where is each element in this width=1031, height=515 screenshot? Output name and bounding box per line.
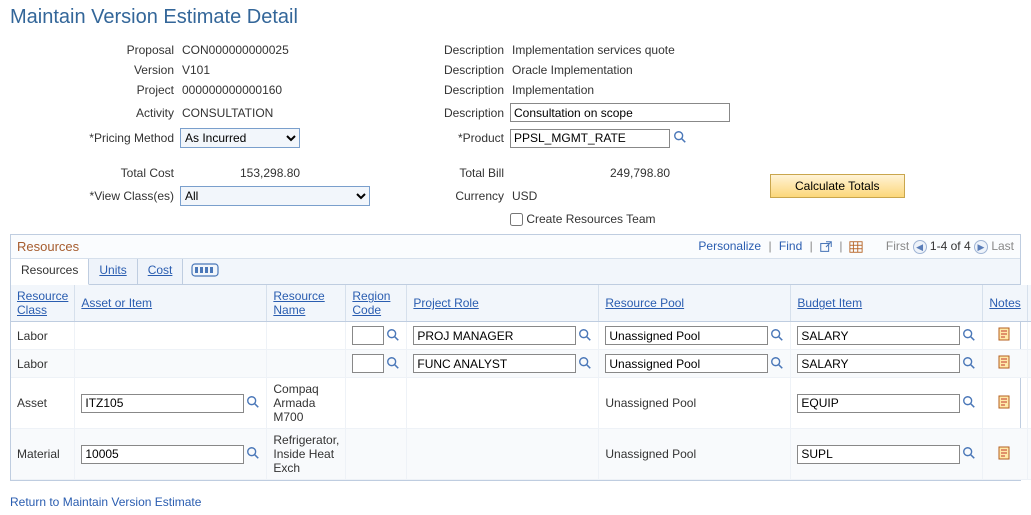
resource-pool-input[interactable]: [605, 326, 768, 345]
resource-class-cell: Labor: [11, 322, 75, 350]
pricing-method-select[interactable]: As Incurred: [180, 128, 300, 148]
zoom-icon[interactable]: [819, 239, 833, 253]
proposal-value: CON000000000025: [180, 43, 430, 57]
total-bill-label: Total Bill: [430, 166, 510, 180]
total-cost-value: 153,298.80: [180, 166, 430, 180]
version-value: V101: [180, 63, 430, 77]
col-resource-name[interactable]: Resource Name: [267, 285, 346, 322]
resource-class-cell: Material: [11, 429, 75, 480]
resource-pool-lookup-icon[interactable]: [770, 328, 784, 344]
col-notes[interactable]: Notes: [983, 285, 1027, 322]
grid-title: Resources: [17, 239, 79, 254]
resource-class-cell: Asset: [11, 378, 75, 429]
resource-name-cell: Compaq Armada M700: [267, 378, 346, 429]
budget-item-input[interactable]: [797, 445, 960, 464]
page-title: Maintain Version Estimate Detail: [10, 6, 1021, 29]
proposal-desc-label: Description: [430, 43, 510, 57]
product-input[interactable]: [510, 129, 670, 148]
create-resources-team-checkbox[interactable]: [510, 213, 523, 226]
version-label: Version: [10, 63, 180, 77]
tab-cost[interactable]: Cost: [138, 259, 184, 284]
version-desc: Oracle Implementation: [510, 63, 770, 77]
col-budget-item[interactable]: Budget Item: [791, 285, 983, 322]
resource-class-cell: Labor: [11, 350, 75, 378]
view-classes-label: *View Class(es): [10, 189, 180, 203]
notes-icon[interactable]: [997, 359, 1013, 373]
region-code-lookup-icon[interactable]: [386, 328, 400, 344]
resource-pool-input[interactable]: [605, 354, 768, 373]
asset-item-input[interactable]: [81, 394, 244, 413]
pager-range: 1-4 of 4: [930, 239, 971, 253]
region-code-lookup-icon[interactable]: [386, 356, 400, 372]
project-label: Project: [10, 83, 180, 97]
product-lookup-icon[interactable]: [673, 130, 687, 146]
col-asset-item[interactable]: Asset or Item: [75, 285, 267, 322]
product-label: *Product: [430, 131, 510, 145]
currency-label: Currency: [430, 189, 510, 203]
table-row: Asset Compaq Armada M700 Unassigned Pool…: [11, 378, 1031, 429]
col-project-role[interactable]: Project Role: [407, 285, 599, 322]
pager-first: First: [886, 239, 909, 253]
resource-pool-lookup-icon[interactable]: [770, 356, 784, 372]
activity-label: Activity: [10, 106, 180, 120]
region-code-input[interactable]: [352, 326, 384, 345]
budget-item-input[interactable]: [797, 354, 960, 373]
resource-name-cell: [267, 350, 346, 378]
budget-item-lookup-icon[interactable]: [962, 395, 976, 411]
project-role-lookup-icon[interactable]: [578, 328, 592, 344]
pager-next-icon[interactable]: ▶: [974, 240, 988, 254]
proposal-desc: Implementation services quote: [510, 43, 770, 57]
currency-value: USD: [510, 189, 770, 203]
project-role-lookup-icon[interactable]: [578, 356, 592, 372]
asset-item-input[interactable]: [81, 445, 244, 464]
view-classes-select[interactable]: All: [180, 186, 370, 206]
notes-icon[interactable]: [997, 450, 1013, 464]
col-resource-pool[interactable]: Resource Pool: [599, 285, 791, 322]
pricing-method-label: *Pricing Method: [10, 131, 180, 145]
table-row: Material Refrigerator, Inside Heat Exch …: [11, 429, 1031, 480]
resource-pool-value: Unassigned Pool: [605, 447, 696, 461]
project-value: 000000000000160: [180, 83, 430, 97]
notes-icon[interactable]: [997, 331, 1013, 345]
col-region-code[interactable]: Region Code: [346, 285, 407, 322]
resource-pool-value: Unassigned Pool: [605, 396, 696, 410]
resource-name-cell: Refrigerator, Inside Heat Exch: [267, 429, 346, 480]
project-role-input[interactable]: [413, 354, 576, 373]
create-resources-team-label: Create Resources Team: [526, 212, 655, 226]
view-all-icon[interactable]: [849, 239, 863, 253]
resources-grid: Resources Personalize | Find | | First ◀…: [10, 234, 1021, 481]
return-link[interactable]: Return to Maintain Version Estimate: [10, 495, 201, 509]
asset-item-lookup-icon[interactable]: [246, 395, 260, 411]
total-cost-label: Total Cost: [10, 166, 180, 180]
budget-item-lookup-icon[interactable]: [962, 356, 976, 372]
budget-item-lookup-icon[interactable]: [962, 446, 976, 462]
calculate-totals-button[interactable]: Calculate Totals: [770, 174, 905, 198]
activity-value: CONSULTATION: [180, 106, 430, 120]
resource-name-cell: [267, 322, 346, 350]
project-role-input[interactable]: [413, 326, 576, 345]
notes-icon[interactable]: [997, 399, 1013, 413]
project-desc-label: Description: [430, 83, 510, 97]
budget-item-input[interactable]: [797, 326, 960, 345]
tab-resources[interactable]: Resources: [11, 259, 89, 285]
pager-prev-icon[interactable]: ◀: [913, 240, 927, 254]
table-row: Labor + −: [11, 350, 1031, 378]
budget-item-lookup-icon[interactable]: [962, 328, 976, 344]
tab-units[interactable]: Units: [89, 259, 137, 284]
version-desc-label: Description: [430, 63, 510, 77]
proposal-label: Proposal: [10, 43, 180, 57]
activity-desc-label: Description: [430, 106, 510, 120]
activity-desc-input[interactable]: [510, 103, 730, 122]
expand-tabs-icon[interactable]: [183, 259, 227, 284]
region-code-input[interactable]: [352, 354, 384, 373]
asset-item-lookup-icon[interactable]: [246, 446, 260, 462]
budget-item-input[interactable]: [797, 394, 960, 413]
total-bill-value: 249,798.80: [510, 166, 770, 180]
personalize-link[interactable]: Personalize: [698, 239, 761, 253]
find-link[interactable]: Find: [779, 239, 802, 253]
project-desc: Implementation: [510, 83, 770, 97]
pager-last: Last: [991, 239, 1014, 253]
table-row: Labor + −: [11, 322, 1031, 350]
col-resource-class[interactable]: Resource Class: [11, 285, 75, 322]
